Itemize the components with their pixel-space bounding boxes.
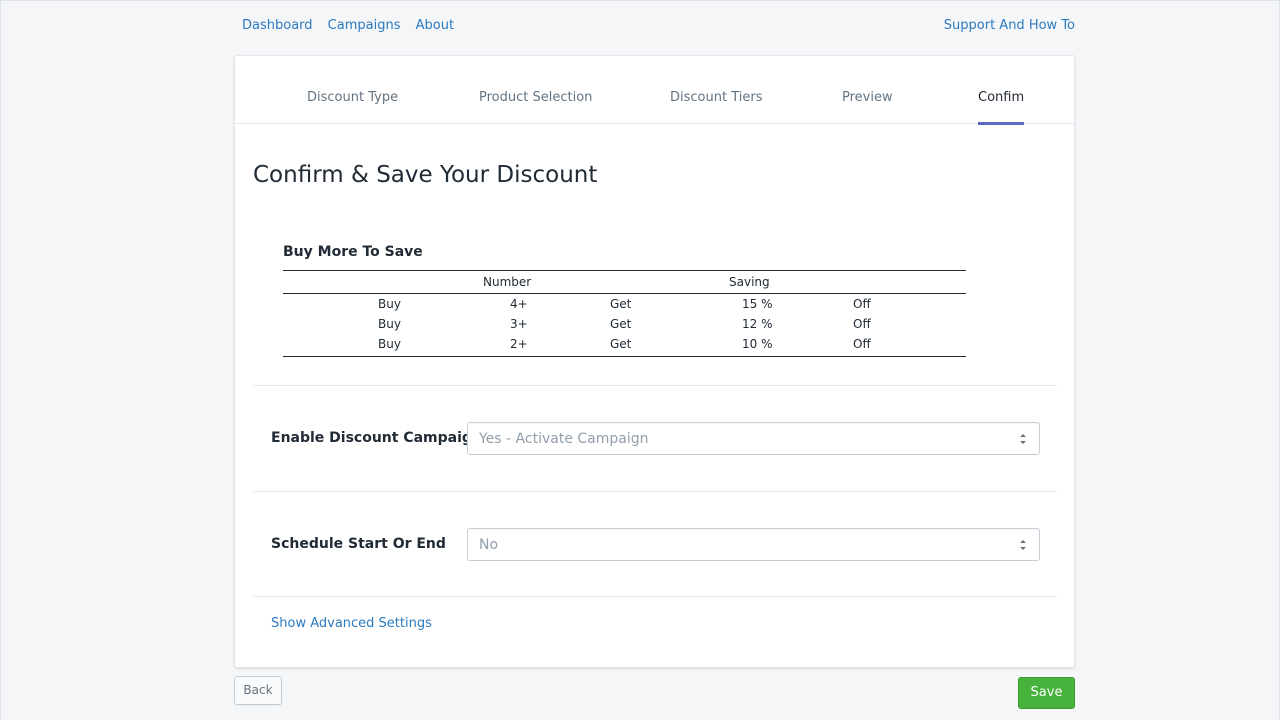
tier-saving-cell: 12 % [742, 317, 773, 331]
top-nav: Dashboard Campaigns About Support And Ho… [234, 18, 1075, 38]
table-row: Buy 3+ Get 12 % Off [283, 314, 966, 334]
schedule-label: Schedule Start Or End [271, 536, 446, 552]
tier-summary-title: Buy More To Save [283, 244, 423, 260]
column-header-number: Number [483, 275, 532, 289]
tier-buy-cell: Buy [378, 317, 401, 331]
tier-table-body: Buy 4+ Get 15 % Off Buy 3+ Get 12 % Off … [283, 294, 966, 357]
section-divider [253, 596, 1057, 597]
nav-campaigns-link[interactable]: Campaigns [328, 18, 401, 33]
schedule-select[interactable]: No [467, 528, 1040, 561]
back-button[interactable]: Back [234, 676, 282, 705]
show-advanced-settings-link[interactable]: Show Advanced Settings [271, 616, 432, 631]
tab-confirm[interactable]: Confim [978, 90, 1025, 125]
tab-product-selection[interactable]: Product Selection [479, 90, 592, 105]
tier-buy-cell: Buy [378, 297, 401, 311]
tier-get-cell: Get [610, 337, 632, 351]
chevron-up-down-icon [1020, 434, 1026, 444]
tier-off-cell: Off [853, 317, 871, 331]
tier-table-header: Number Saving [283, 270, 966, 294]
tier-number-cell: 4+ [510, 297, 528, 311]
tier-saving-cell: 10 % [742, 337, 773, 351]
tier-table: Number Saving Buy 4+ Get 15 % Off Buy 3+… [283, 270, 966, 357]
tier-saving-cell: 15 % [742, 297, 773, 311]
tier-get-cell: Get [610, 297, 632, 311]
tier-number-cell: 3+ [510, 317, 528, 331]
tier-number-cell: 2+ [510, 337, 528, 351]
section-divider [253, 385, 1057, 386]
section-divider [253, 491, 1057, 492]
schedule-value: No [479, 537, 499, 553]
enable-campaign-value: Yes - Activate Campaign [479, 431, 649, 447]
nav-dashboard-link[interactable]: Dashboard [242, 18, 313, 33]
column-header-saving: Saving [729, 275, 770, 289]
tab-discount-tiers[interactable]: Discount Tiers [670, 90, 762, 105]
tab-discount-type[interactable]: Discount Type [307, 90, 398, 105]
tier-get-cell: Get [610, 317, 632, 331]
table-row: Buy 4+ Get 15 % Off [283, 294, 966, 314]
step-tabs: Discount Type Product Selection Discount… [235, 56, 1074, 125]
tab-preview[interactable]: Preview [842, 90, 893, 105]
tier-buy-cell: Buy [378, 337, 401, 351]
nav-support-link[interactable]: Support And How To [944, 18, 1075, 33]
page-title: Confirm & Save Your Discount [253, 162, 598, 188]
main-card: Discount Type Product Selection Discount… [234, 55, 1075, 668]
save-button[interactable]: Save [1018, 677, 1075, 709]
table-row: Buy 2+ Get 10 % Off [283, 334, 966, 354]
tier-summary: Buy More To Save Number Saving Buy 4+ Ge… [283, 244, 966, 357]
enable-campaign-label: Enable Discount Campaign [271, 430, 482, 446]
enable-campaign-select[interactable]: Yes - Activate Campaign [467, 422, 1040, 455]
tier-off-cell: Off [853, 297, 871, 311]
top-nav-right: Support And How To [944, 18, 1075, 33]
top-nav-left: Dashboard Campaigns About [242, 18, 465, 33]
tier-off-cell: Off [853, 337, 871, 351]
chevron-up-down-icon [1020, 540, 1026, 550]
nav-about-link[interactable]: About [416, 18, 454, 33]
